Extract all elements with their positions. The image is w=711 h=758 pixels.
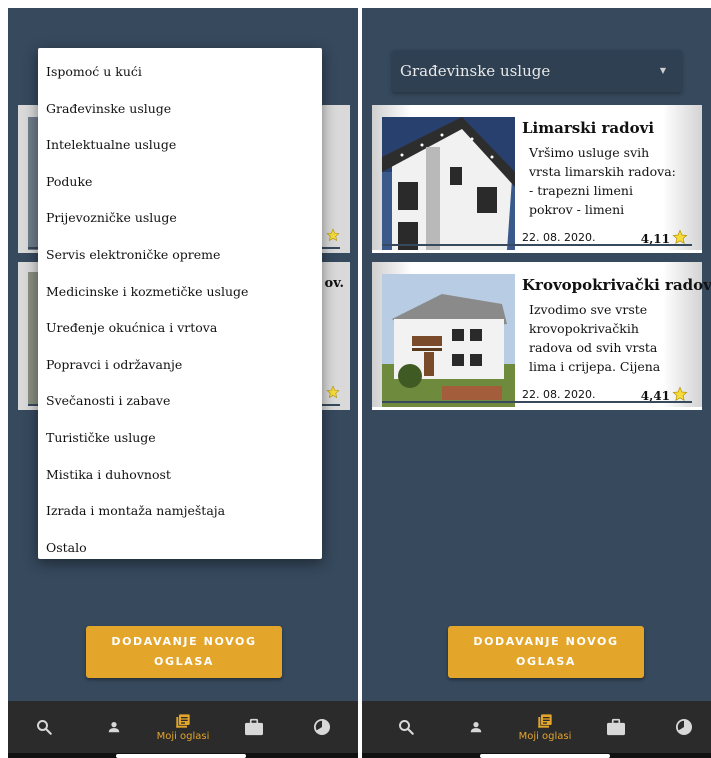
menu-item-construction[interactable]: Građevinske usluge [38,91,322,128]
add-new-ad-button[interactable]: DODAVANJE NOVOG OGLASA [448,626,644,678]
person-icon [107,720,121,734]
nav-my-ads[interactable]: Moji oglasi [148,701,218,753]
menu-item-garden[interactable]: Uređenje okućnica i vrtova [38,310,322,347]
listing-date: 22. 08. 2020. [522,231,596,244]
nav-stats[interactable] [668,701,700,753]
pie-chart-icon [675,718,693,736]
nav-stats[interactable] [306,701,338,753]
star-icon [326,227,340,246]
nav-search[interactable] [28,701,60,753]
listing-thumbnail [382,274,515,407]
nav-business[interactable] [598,701,634,753]
bottom-navigation: Moji oglasi [362,701,711,753]
my-ads-icon [537,713,553,729]
system-home-bar [362,753,711,758]
nav-my-ads[interactable]: Moji oglasi [510,701,580,753]
search-icon [35,718,53,736]
listing-card[interactable]: Krovopokrivački radov Izvodimo sve vrste… [372,262,711,410]
listing-date: 22. 08. 2020. [522,388,596,401]
add-button-label-line2: OGLASA [154,655,214,668]
menu-item-furniture[interactable]: Izrada i montaža namještaja [38,493,322,530]
nav-profile[interactable] [98,701,130,753]
briefcase-icon [244,718,264,736]
listing-thumbnail [382,117,515,250]
add-button-label-line1: DODAVANJE NOVOG [111,635,257,648]
category-select-value: Građevinske usluge [400,62,551,80]
listing-title: Krovopokrivački radov [522,276,711,294]
menu-item-tourism[interactable]: Turističke usluge [38,420,322,457]
nav-profile[interactable] [460,701,492,753]
briefcase-icon [606,718,626,736]
menu-item-electronics-service[interactable]: Servis elektroničke opreme [38,237,322,274]
menu-item-repairs[interactable]: Popravci i održavanje [38,347,322,384]
menu-item-home-help[interactable]: Ispomoć u kući [38,54,322,91]
my-ads-icon [175,713,191,729]
listing-title-fragment: ov. [324,276,344,291]
listing-title: Limarski radovi [522,119,655,137]
left-screen: ov. Ispomoć u kući Građevinske usluge In… [8,8,358,758]
add-button-label-line1: DODAVANJE NOVOG [473,635,619,648]
menu-item-other[interactable]: Ostalo [38,530,322,567]
menu-item-tutoring[interactable]: Poduke [38,164,322,201]
nav-business[interactable] [236,701,272,753]
add-button-label-line2: OGLASA [516,655,576,668]
listing-description: Vršimo usluge svih vrsta limarskih radov… [529,145,676,217]
listing-card[interactable]: Limarski radovi Vršimo usluge svih vrsta… [372,105,702,253]
system-home-bar [8,753,358,758]
nav-my-ads-label: Moji oglasi [156,730,210,742]
star-icon [326,384,340,403]
bottom-navigation: Moji oglasi [8,701,358,753]
right-screen: Građevinske usluge ▼ Limarski radovi Vrš… [362,8,711,758]
nav-search[interactable] [390,701,422,753]
category-dropdown-menu: Ispomoć u kući Građevinske usluge Intele… [38,48,322,559]
menu-item-celebrations[interactable]: Svečanosti i zabave [38,383,322,420]
pie-chart-icon [313,718,331,736]
menu-item-transport[interactable]: Prijevozničke usluge [38,200,322,237]
person-icon [469,720,483,734]
menu-item-mysticism[interactable]: Mistika i duhovnost [38,457,322,494]
add-new-ad-button[interactable]: DODAVANJE NOVOG OGLASA [86,626,282,678]
category-select[interactable]: Građevinske usluge ▼ [392,50,682,92]
chevron-down-icon: ▼ [659,66,666,75]
listing-description: Izvodimo sve vrste krovopokrivačkih rado… [529,302,661,374]
menu-item-intellectual[interactable]: Intelektualne usluge [38,127,322,164]
menu-item-medical-cosmetic[interactable]: Medicinske i kozmetičke usluge [38,274,322,311]
nav-my-ads-label: Moji oglasi [518,730,572,742]
search-icon [397,718,415,736]
